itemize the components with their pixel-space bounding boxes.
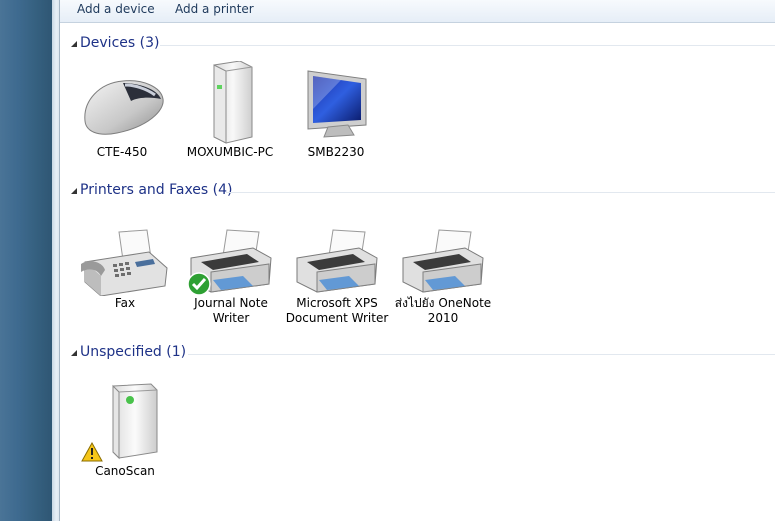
group-divider: [160, 45, 775, 46]
printer-label: Microsoft XPS Document Writer: [285, 296, 389, 325]
printer-icon: [285, 228, 389, 296]
mouse-icon: [70, 61, 174, 145]
group-divider: [226, 192, 775, 193]
device-item-mouse[interactable]: CTE-450: [70, 61, 174, 160]
desktop-background: [0, 0, 52, 521]
device-label: CanoScan: [95, 464, 155, 478]
device-item-monitor[interactable]: SMB2230: [284, 61, 388, 160]
group-title-devices: Devices (3): [80, 35, 160, 51]
computer-tower-icon: [178, 61, 282, 145]
printer-icon: [179, 228, 283, 296]
scanner-device-icon: [73, 380, 177, 464]
group-header-unspecified[interactable]: Unspecified (1): [60, 344, 775, 364]
group-header-printers[interactable]: Printers and Faxes (4): [60, 182, 775, 202]
default-check-icon: [187, 272, 211, 296]
printer-label: Fax: [114, 296, 136, 310]
printer-icon: [391, 228, 495, 296]
group-header-devices[interactable]: Devices (3): [60, 35, 775, 55]
printer-item-onenote[interactable]: ส่งไปยัง OneNote 2010: [391, 228, 495, 326]
group-title-printers: Printers and Faxes (4): [80, 182, 233, 198]
monitor-icon: [284, 61, 388, 145]
unspecified-item-canoscan[interactable]: CanoScan: [73, 380, 177, 479]
group-title-unspecified: Unspecified (1): [80, 344, 187, 360]
command-bar: Add a device Add a printer: [60, 0, 775, 23]
device-label: MOXUMBIC-PC: [186, 145, 274, 159]
printer-item-fax[interactable]: Fax: [73, 228, 177, 311]
add-printer-button[interactable]: Add a printer: [175, 2, 254, 16]
printer-label: Journal Note Writer: [194, 296, 268, 325]
add-device-button[interactable]: Add a device: [77, 2, 155, 16]
printer-item-xps-writer[interactable]: Microsoft XPS Document Writer: [285, 228, 389, 326]
printer-item-journal-note-writer[interactable]: Journal Note Writer: [179, 228, 283, 326]
fax-icon: [73, 228, 177, 296]
device-label: SMB2230: [307, 145, 365, 159]
devices-content-pane: Devices (3) CTE-450 MOXUMBIC-PC SMB2230 …: [60, 23, 775, 521]
device-label: CTE-450: [96, 145, 148, 159]
device-item-computer[interactable]: MOXUMBIC-PC: [178, 61, 282, 160]
warning-icon: [81, 442, 103, 462]
window-frame-edge: [52, 0, 60, 521]
group-divider: [188, 354, 775, 355]
printer-label: ส่งไปยัง OneNote 2010: [394, 296, 492, 325]
